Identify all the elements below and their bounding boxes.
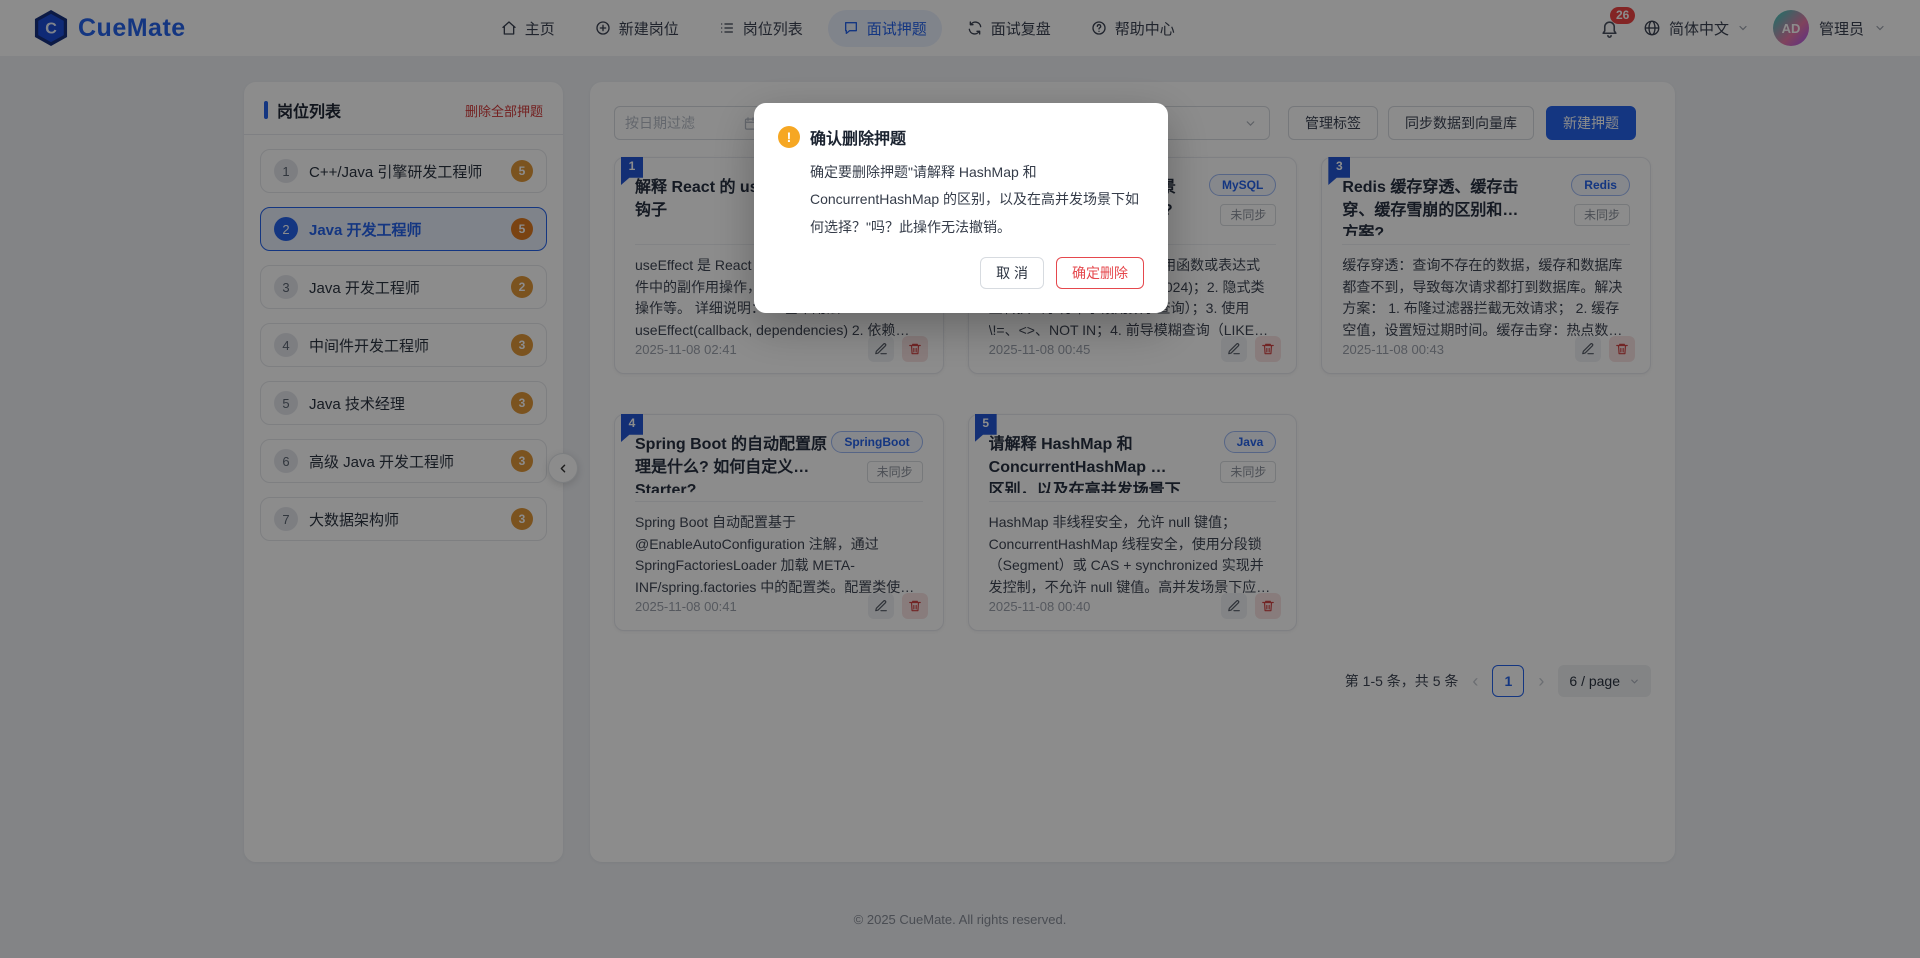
dialog-message: 确定要删除押题"请解释 HashMap 和 ConcurrentHashMap … bbox=[810, 159, 1144, 241]
dialog-title: 确认删除押题 bbox=[810, 125, 906, 149]
warning-icon: ! bbox=[778, 126, 800, 148]
delete-confirm-dialog: ! 确认删除押题 确定要删除押题"请解释 HashMap 和 Concurren… bbox=[754, 103, 1168, 313]
confirm-delete-button[interactable]: 确定删除 bbox=[1056, 257, 1144, 289]
cancel-button[interactable]: 取 消 bbox=[980, 257, 1044, 289]
